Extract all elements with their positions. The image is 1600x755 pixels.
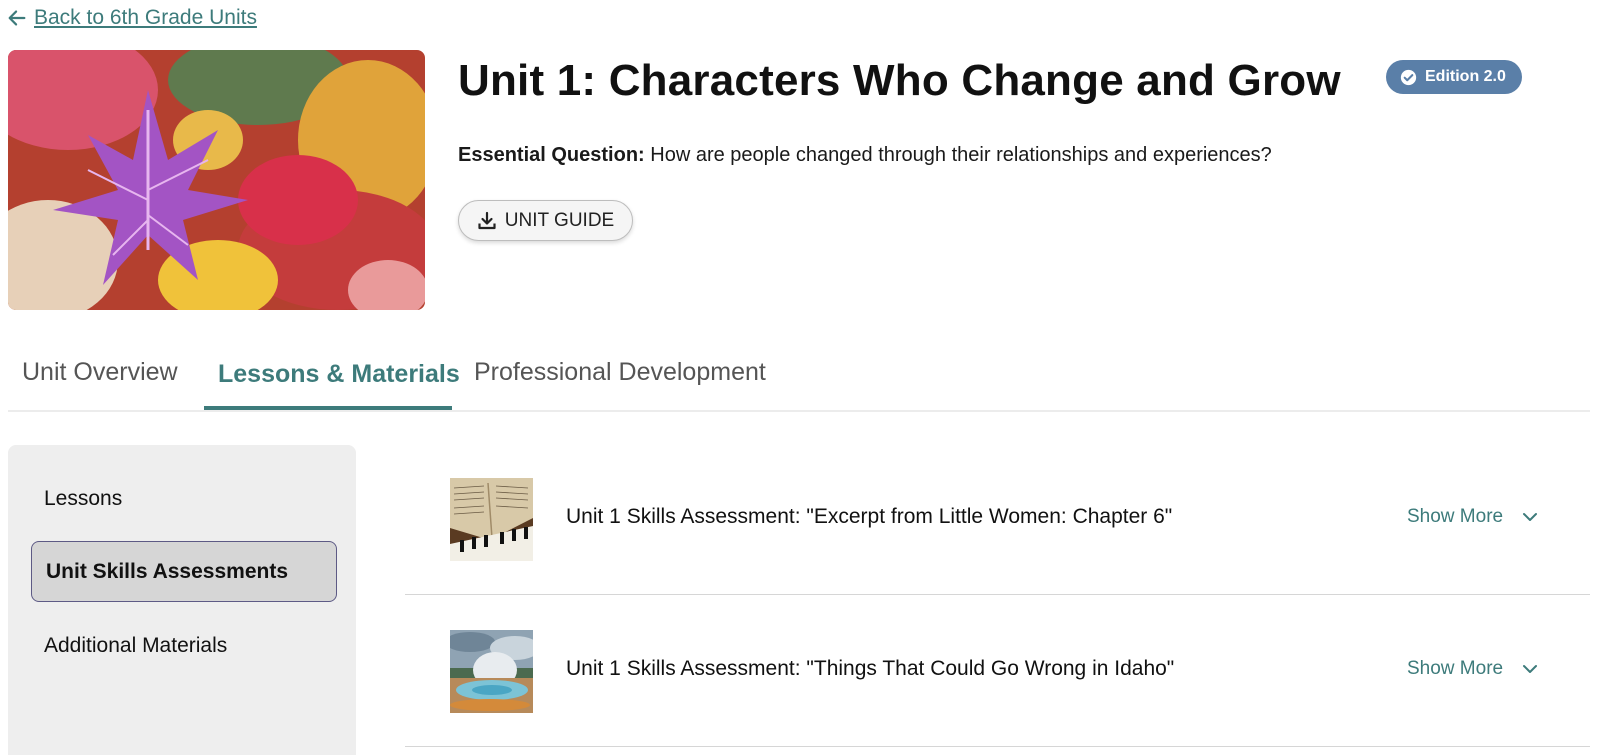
unit-hero-image: [8, 50, 425, 310]
assessment-title[interactable]: Unit 1 Skills Assessment: "Things That C…: [566, 657, 1174, 681]
unit-title: Unit 1: Characters Who Change and Grow: [458, 56, 1341, 105]
sidebar-item-unit-skills-assessments[interactable]: Unit Skills Assessments: [31, 541, 337, 602]
edition-badge: Edition 2.0: [1386, 60, 1522, 94]
unit-guide-button[interactable]: UNIT GUIDE: [458, 200, 633, 241]
back-link-label: Back to 6th Grade Units: [34, 6, 257, 29]
unit-guide-label: UNIT GUIDE: [504, 209, 615, 231]
sidebar-item-lessons[interactable]: Lessons: [44, 487, 122, 511]
show-more-button[interactable]: Show More: [1407, 658, 1539, 680]
tab-lessons-materials[interactable]: Lessons & Materials: [218, 360, 460, 389]
tab-unit-overview[interactable]: Unit Overview: [22, 358, 178, 387]
check-circle-icon: [1400, 69, 1417, 85]
show-more-label: Show More: [1407, 658, 1504, 679]
sidebar-item-label: Unit Skills Assessments: [46, 559, 288, 583]
active-tab-indicator: [204, 406, 452, 410]
essential-question-text: How are people changed through their rel…: [644, 144, 1272, 166]
materials-sidebar: Lessons Unit Skills Assessments Addition…: [8, 445, 356, 755]
assessment-row: Unit 1 Skills Assessment: "Excerpt from …: [405, 443, 1590, 595]
download-icon: [478, 211, 496, 229]
chevron-down-icon: [1523, 665, 1538, 673]
assessment-title[interactable]: Unit 1 Skills Assessment: "Excerpt from …: [566, 505, 1172, 529]
essential-question-label: Essential Question:: [458, 144, 645, 166]
back-link[interactable]: Back to 6th Grade Units: [6, 6, 257, 30]
geyser-landscape-thumbnail: [450, 630, 533, 713]
arrow-left-icon: [8, 10, 26, 26]
tab-professional-development[interactable]: Professional Development: [474, 358, 766, 387]
sidebar-item-additional-materials[interactable]: Additional Materials: [44, 634, 227, 658]
show-more-button[interactable]: Show More: [1407, 506, 1539, 528]
assessment-row: Unit 1 Skills Assessment: "Things That C…: [405, 595, 1590, 747]
unit-tabs: Unit Overview Lessons & Materials Profes…: [8, 350, 1590, 412]
essential-question: Essential Question: How are people chang…: [458, 144, 1272, 167]
edition-label: Edition 2.0: [1425, 68, 1506, 85]
chevron-down-icon: [1523, 513, 1538, 521]
show-more-label: Show More: [1407, 506, 1504, 527]
piano-sheet-music-thumbnail: [450, 478, 533, 561]
